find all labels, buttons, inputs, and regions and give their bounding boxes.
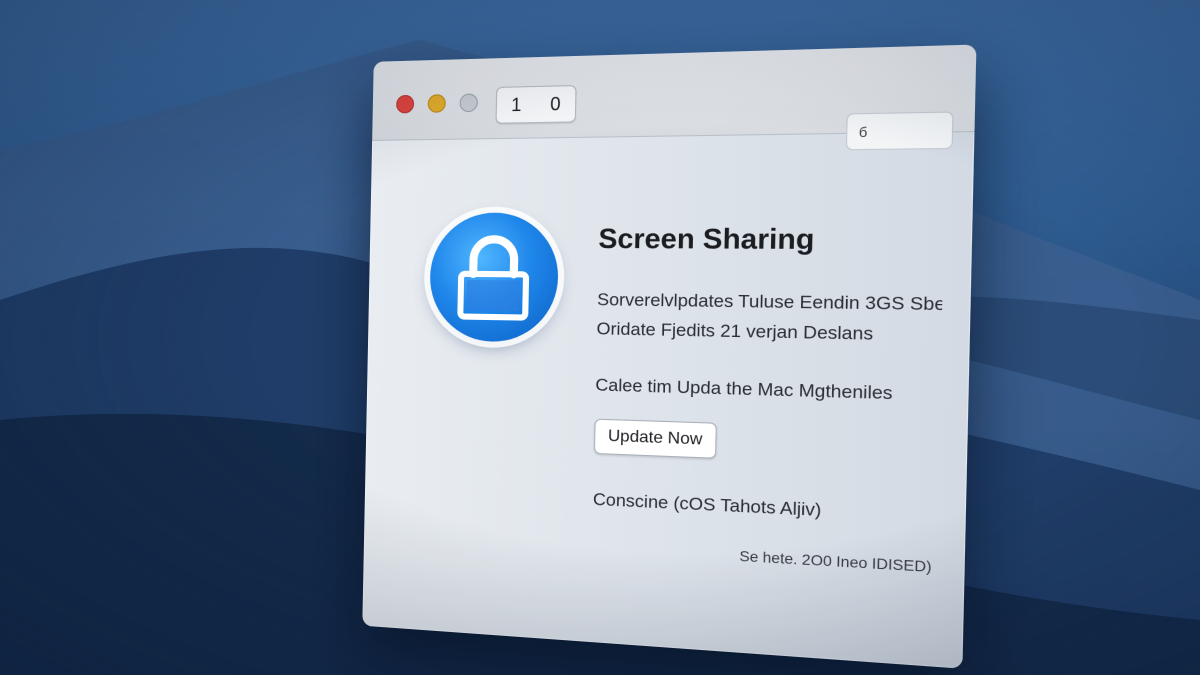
segmented-control: 1 0 [495,85,577,124]
description-line-2: Oridate Fjedits 21 verjan Deslans [596,318,874,344]
dialog-window: 1 0 б Screen Sharing Sorverelvlpdates Tu… [362,44,977,669]
lock-glyph [452,233,535,322]
segment-left[interactable]: 1 [505,94,528,116]
minimize-button[interactable] [427,94,446,113]
update-now-button[interactable]: Update Now [593,418,717,459]
footer-text: Conscine (cOS Tahots Aljiv) [592,489,822,521]
desktop: 1 0 б Screen Sharing Sorverelvlpdates Tu… [0,0,1200,675]
dialog-content: Screen Sharing Sorverelvlpdates Tuluse E… [362,132,974,669]
segment-right[interactable]: 0 [544,93,567,115]
zoom-button[interactable] [459,93,478,113]
description-line-1: Sorverelvlpdates Tuluse Eendin 3GS Sbest… [596,289,943,315]
status-text: Se hete. 2O0 Ineo IDISED) [739,547,932,576]
lock-icon [428,212,560,343]
close-button[interactable] [396,94,415,114]
description-line-3: Calee tim Upda the Mac Mgtheniles [595,374,893,404]
dialog-title: Screen Sharing [598,222,815,256]
